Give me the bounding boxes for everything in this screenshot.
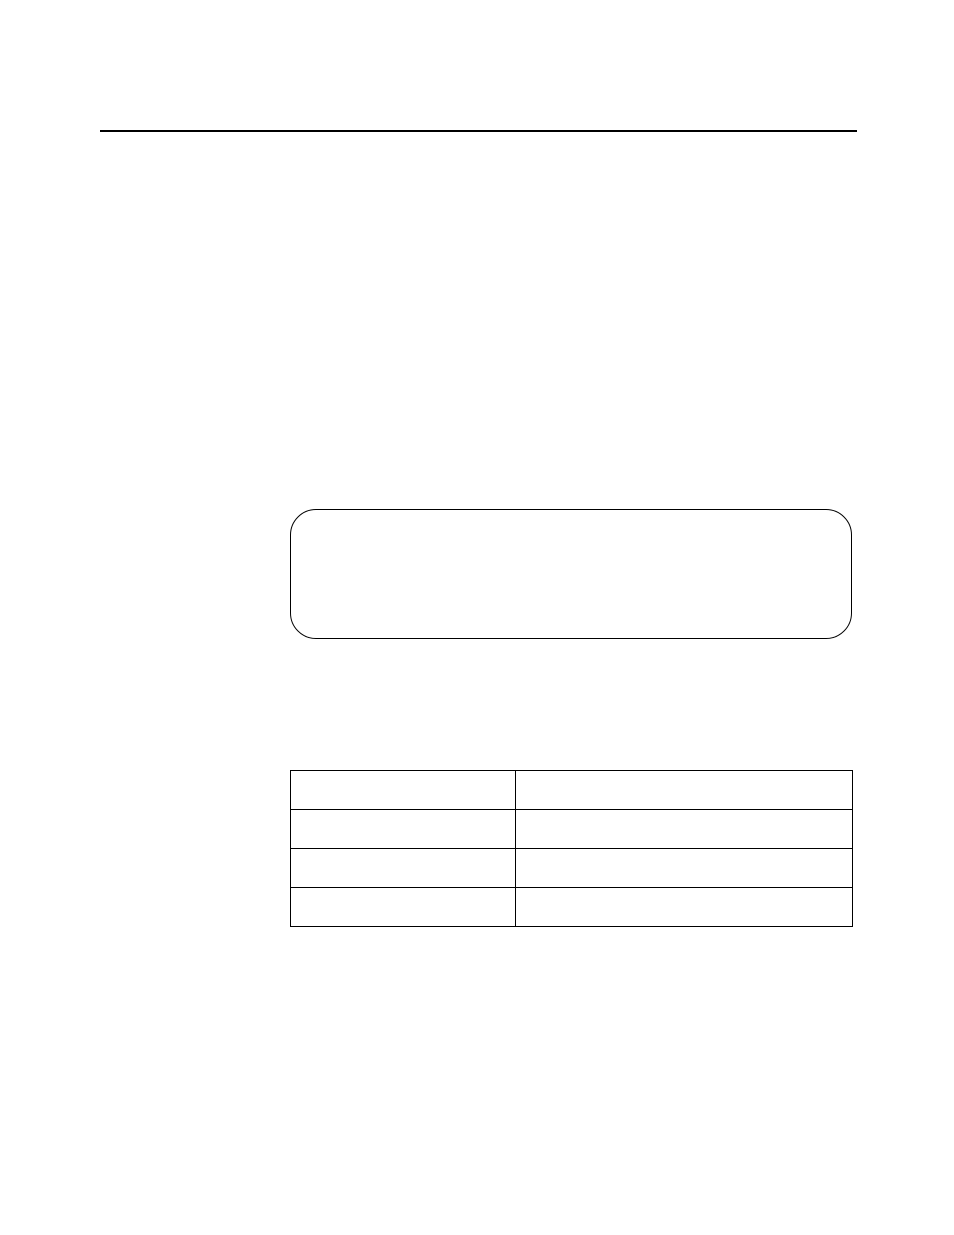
table-cell — [516, 888, 853, 927]
table-header-row — [291, 771, 853, 810]
table-cell — [516, 849, 853, 888]
table-row — [291, 810, 853, 849]
table-cell — [291, 888, 516, 927]
note-box — [290, 509, 852, 639]
parameter-table — [290, 770, 853, 927]
table-header-cell — [291, 771, 516, 810]
document-page — [0, 0, 954, 1235]
table-cell — [291, 849, 516, 888]
header-rule — [100, 130, 857, 132]
table-row — [291, 849, 853, 888]
table-cell — [291, 810, 516, 849]
table-row — [291, 888, 853, 927]
table-cell — [516, 810, 853, 849]
table-header-cell — [516, 771, 853, 810]
